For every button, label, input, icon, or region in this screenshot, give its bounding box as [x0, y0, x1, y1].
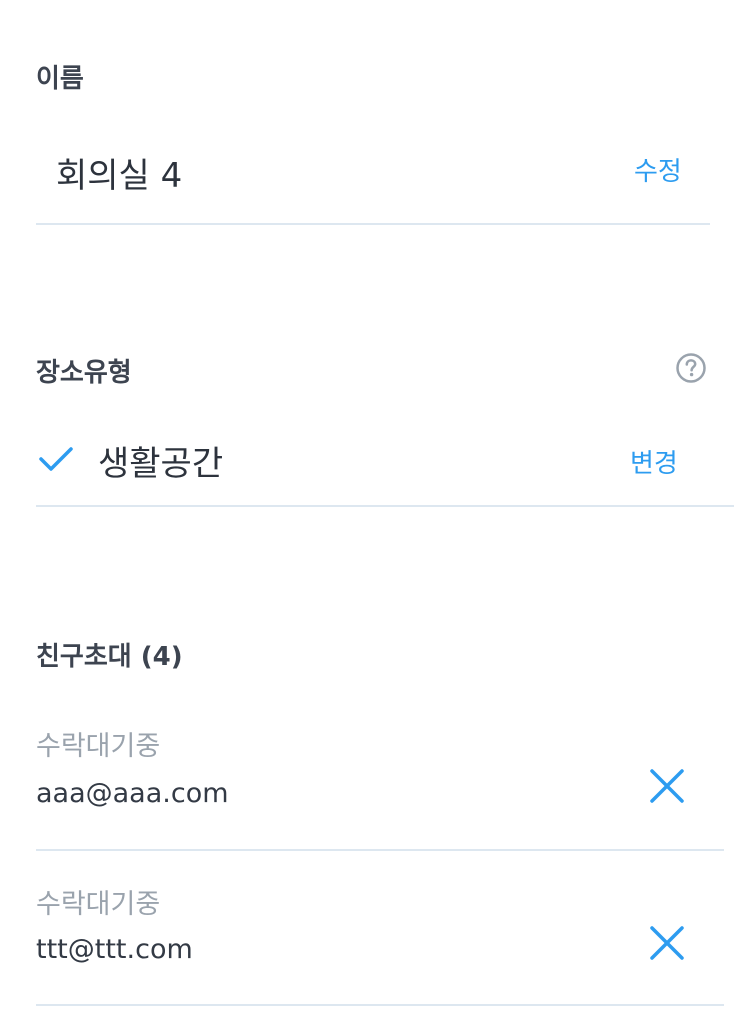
- change-place-type-button[interactable]: 변경: [630, 443, 678, 480]
- invite-status: 수락대기중: [36, 889, 161, 920]
- name-value: 회의실 4: [56, 156, 183, 196]
- invite-section-label: 친구초대 (4): [36, 642, 183, 672]
- invite-email: aaa@aaa.com: [36, 778, 229, 809]
- invite-email: ttt@ttt.com: [36, 934, 193, 965]
- place-type-section-label: 장소유형: [36, 358, 132, 388]
- close-icon[interactable]: [648, 924, 686, 962]
- place-type-divider: [36, 505, 734, 507]
- close-icon[interactable]: [648, 767, 686, 805]
- edit-name-button[interactable]: 수정: [634, 151, 682, 188]
- name-divider: [36, 223, 710, 225]
- place-type-value: 생활공간: [98, 444, 224, 484]
- invite-divider: [36, 849, 724, 851]
- place-type-value-row: 생활공간: [98, 436, 223, 485]
- invite-status: 수락대기중: [36, 731, 161, 762]
- name-section-label: 이름: [36, 64, 84, 94]
- checkmark-icon: [39, 447, 73, 471]
- invite-divider: [36, 1004, 724, 1006]
- question-circle-icon[interactable]: [675, 352, 707, 384]
- name-value-row: 회의실 4: [56, 148, 182, 197]
